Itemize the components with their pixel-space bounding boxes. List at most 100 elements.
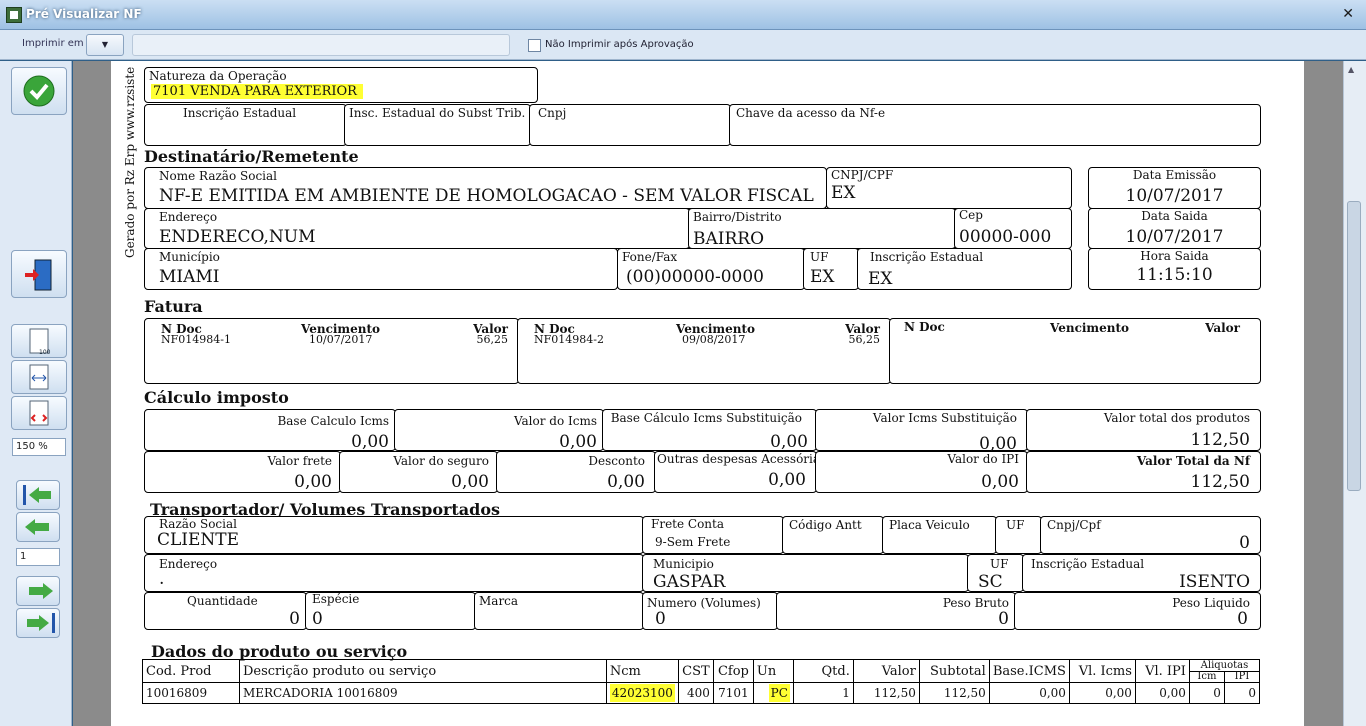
fit-page-icon bbox=[29, 400, 49, 426]
last-page-button[interactable] bbox=[16, 608, 60, 638]
dest-ie-box: Inscrição Estadual EX bbox=[857, 248, 1072, 290]
side-panel: 100 150 % 1 bbox=[0, 61, 72, 726]
num-vol-label: Numero (Volumes) bbox=[647, 596, 761, 610]
zoom-page-button[interactable]: 100 bbox=[11, 324, 67, 358]
valor-st-label: Valor Icms Substituição bbox=[872, 411, 1017, 425]
transp-cnpj-label: Cnpj/Cpf bbox=[1047, 518, 1101, 532]
natureza-label: Natureza da Operação bbox=[149, 69, 287, 83]
dest-end-box: Endereço ENDERECO,NUM bbox=[144, 208, 690, 249]
base-st-box: Base Cálculo Icms Substituição 0,00 bbox=[602, 409, 817, 452]
ie-st-label: Insc. Estadual do Subst Trib. bbox=[349, 106, 526, 120]
dest-end-value: ENDERECO,NUM bbox=[159, 227, 316, 247]
zoom-input[interactable]: 150 % bbox=[12, 438, 66, 456]
cell-vipi: 0,00 bbox=[1134, 682, 1190, 704]
fatura-box-2: N Doc Vencimento Valor NF014984-2 09/08/… bbox=[517, 318, 891, 384]
cell-un-value: PC bbox=[768, 684, 790, 702]
transp-uf2-value: SC bbox=[978, 572, 1003, 592]
col-desc: Descrição produto ou serviço bbox=[238, 659, 607, 683]
transp-mun-value: GASPAR bbox=[653, 572, 726, 592]
check-icon bbox=[23, 75, 55, 107]
dest-fone-value: (00)00000-0000 bbox=[626, 267, 764, 287]
emissao-box: Data Emissão 10/07/2017 bbox=[1088, 167, 1261, 209]
generator-note: Gerado por Rz Erp www.rzsiste bbox=[123, 66, 137, 258]
col-vipi: Vl. IPI bbox=[1134, 659, 1190, 683]
seguro-box: Valor do seguro 0,00 bbox=[339, 451, 498, 493]
fit-width-icon bbox=[29, 364, 49, 390]
fatura-venc-value: 10/07/2017 bbox=[309, 333, 373, 346]
transp-razao-label: Razão Social bbox=[159, 517, 237, 531]
exit-button[interactable] bbox=[11, 250, 67, 298]
fatura-box-1: N Doc Vencimento Valor NF014984-1 10/07/… bbox=[144, 318, 519, 384]
base-st-label: Base Cálculo Icms Substituição bbox=[610, 411, 802, 425]
transp-end-box: Endereço . bbox=[144, 554, 644, 592]
app-icon bbox=[6, 7, 22, 23]
ipi-box: Valor do IPI 0,00 bbox=[815, 451, 1028, 493]
printer-dropdown-button[interactable]: ▼ bbox=[86, 34, 124, 56]
fit-page-button[interactable] bbox=[11, 396, 67, 430]
peso-bruto-value: 0 bbox=[998, 609, 1009, 629]
first-page-button[interactable] bbox=[16, 480, 60, 510]
dest-uf-box: UF EX bbox=[803, 248, 859, 290]
base-st-value: 0,00 bbox=[770, 432, 808, 452]
transp-placa-label: Placa Veiculo bbox=[889, 518, 970, 532]
qtd-box: Quantidade 0 bbox=[144, 592, 307, 630]
outras-box: Outras despesas Acessórias 0,00 bbox=[654, 451, 826, 493]
transp-frete-box: Frete Conta 9-Sem Frete bbox=[642, 516, 784, 554]
preview-area: Gerado por Rz Erp www.rzsiste Natureza d… bbox=[73, 61, 1343, 726]
seguro-label: Valor do seguro bbox=[393, 454, 489, 468]
especie-value: 0 bbox=[312, 609, 323, 629]
dest-cep-label: Cep bbox=[959, 208, 983, 222]
marca-box: Marca bbox=[474, 592, 644, 630]
cell-un: PC bbox=[752, 682, 794, 704]
seguro-value: 0,00 bbox=[451, 472, 489, 492]
transp-cnpj-box: Cnpj/Cpf 0 bbox=[1040, 516, 1261, 554]
scroll-up-icon[interactable]: ▲ bbox=[1348, 65, 1354, 74]
no-print-checkbox[interactable] bbox=[528, 39, 541, 52]
no-print-label: Não Imprimir após Aprovação bbox=[545, 39, 694, 50]
num-vol-box: Numero (Volumes) 0 bbox=[642, 592, 778, 630]
transp-ie-label: Inscrição Estadual bbox=[1031, 557, 1145, 571]
approve-button[interactable] bbox=[11, 67, 67, 115]
col-valor: Valor bbox=[852, 659, 920, 683]
exit-door-icon bbox=[25, 259, 52, 291]
transp-razao-value: CLIENTE bbox=[157, 530, 240, 550]
ipi-label: Valor do IPI bbox=[947, 452, 1019, 466]
transp-uf2-box: UF SC bbox=[967, 554, 1024, 592]
printer-field[interactable] bbox=[132, 34, 510, 56]
transp-frete-label: Frete Conta bbox=[651, 517, 725, 531]
dest-bairro-box: Bairro/Distrito BAIRRO bbox=[688, 208, 956, 249]
window-title: Pré Visualizar NF bbox=[26, 7, 142, 21]
transp-frete-value: 9-Sem Frete bbox=[655, 535, 731, 549]
dest-cnpj-label: CNPJ/CPF bbox=[831, 168, 894, 182]
hora-value: 11:15:10 bbox=[1136, 265, 1213, 285]
col-subtotal: Subtotal bbox=[918, 659, 990, 683]
page-number-input[interactable]: 1 bbox=[16, 548, 60, 566]
dest-bairro-value: BAIRRO bbox=[693, 229, 765, 249]
ie-box: Inscrição Estadual bbox=[144, 104, 347, 146]
svg-text:100: 100 bbox=[39, 349, 51, 356]
base-icms-label: Base Calculo Icms bbox=[277, 414, 389, 428]
col-vicms: Vl. Icms bbox=[1068, 659, 1136, 683]
cell-cfop: 7101 bbox=[712, 682, 754, 704]
cell-cst: 400 bbox=[677, 682, 714, 704]
fatura-valor-header: Valor bbox=[1205, 321, 1240, 335]
prev-page-button[interactable] bbox=[16, 512, 60, 542]
total-nf-box: Valor Total da Nf 112,50 bbox=[1026, 451, 1261, 493]
natureza-box: Natureza da Operação 7101 VENDA PARA EXT… bbox=[144, 67, 538, 103]
dest-nome-label: Nome Razão Social bbox=[159, 169, 277, 183]
transp-antt-box: Código Antt bbox=[782, 516, 884, 554]
close-icon[interactable]: ✕ bbox=[1342, 6, 1354, 22]
emissao-label: Data Emissão bbox=[1132, 168, 1217, 182]
scroll-thumb[interactable] bbox=[1347, 201, 1361, 491]
dest-ie-value: EX bbox=[868, 269, 893, 289]
dest-mun-label: Município bbox=[159, 250, 220, 264]
saida-label: Data Saida bbox=[1141, 209, 1208, 223]
transp-end-label: Endereço bbox=[159, 557, 218, 571]
fit-width-button[interactable] bbox=[11, 360, 67, 394]
cell-icm: 0 bbox=[1188, 682, 1225, 704]
base-icms-box: Base Calculo Icms 0,00 bbox=[144, 409, 396, 452]
chave-label: Chave da acesso da Nf-e bbox=[736, 106, 886, 120]
first-page-icon bbox=[23, 485, 51, 505]
vertical-scrollbar[interactable]: ▲ bbox=[1343, 61, 1366, 726]
next-page-button[interactable] bbox=[16, 576, 60, 606]
